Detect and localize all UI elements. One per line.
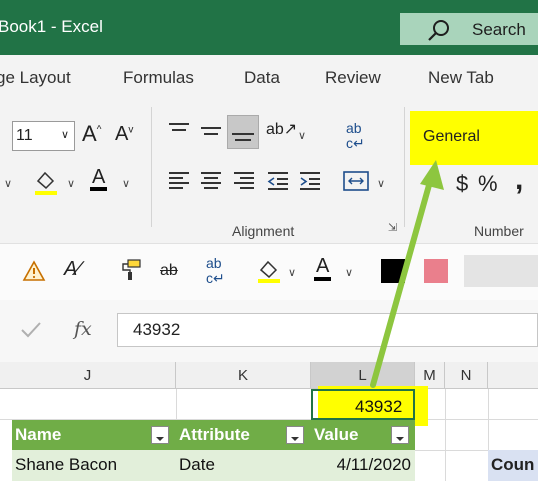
font-color-icon[interactable]: A <box>314 256 332 281</box>
font-color-icon[interactable]: A <box>90 167 108 191</box>
middle-align-icon[interactable] <box>199 121 223 141</box>
align-center-icon[interactable] <box>199 171 223 191</box>
filter-dropdown-icon[interactable] <box>286 426 304 444</box>
orientation-icon[interactable]: ab↗ <box>266 119 297 139</box>
number-group-label: Number <box>474 223 524 239</box>
chevron-down-icon[interactable]: ∨ <box>122 177 130 190</box>
tab-new-tab[interactable]: New Tab <box>428 68 494 88</box>
chevron-down-icon: ∨ <box>61 129 70 141</box>
table-cell-attribute[interactable]: Date <box>176 450 311 481</box>
column-header-l[interactable]: L <box>311 362 415 389</box>
wrap-text-icon[interactable]: ab c↵ <box>206 256 225 286</box>
warning-icon[interactable] <box>22 260 46 282</box>
column-header-j[interactable]: J <box>0 362 176 389</box>
strikethrough-icon[interactable]: ab <box>160 262 178 280</box>
number-format-combobox[interactable]: General <box>410 111 538 165</box>
merge-center-icon[interactable] <box>343 171 369 191</box>
tab-formulas[interactable]: Formulas <box>123 68 194 88</box>
formula-input[interactable]: 43932 <box>117 313 538 347</box>
fill-color-icon[interactable] <box>256 258 282 284</box>
chevron-down-icon[interactable]: ∨ <box>345 266 353 279</box>
chevron-down-icon[interactable]: ∨ <box>4 177 12 190</box>
formula-value: 43932 <box>133 320 181 339</box>
tab-page-layout[interactable]: ge Layout <box>0 68 71 88</box>
column-header-m[interactable]: M <box>415 362 445 389</box>
search-box[interactable]: Search <box>400 13 538 45</box>
table-cell-name[interactable]: Shane Bacon <box>12 450 176 481</box>
ribbon-tabs: ge Layout Formulas Data Review New Tab <box>0 55 538 101</box>
wrap-text-icon[interactable]: ab c↵ <box>346 121 365 151</box>
comma-style-icon[interactable]: , <box>515 163 523 197</box>
pink-fill-swatch[interactable] <box>424 259 448 283</box>
insert-function-icon[interactable]: fx <box>74 318 92 340</box>
font-size-combobox[interactable]: 11 ∨ <box>12 121 75 151</box>
column-header-k[interactable]: K <box>176 362 311 389</box>
filter-dropdown-icon[interactable] <box>391 426 409 444</box>
clear-format-icon[interactable]: A∕ <box>64 258 81 281</box>
search-label: Search <box>472 20 526 39</box>
increase-indent-icon[interactable] <box>298 171 322 191</box>
table-header-attribute[interactable]: Attribute <box>176 420 311 450</box>
ribbon: 11 ∨ A^ Av ∨ ∨ A ∨ ab↗ ∨ ab c↵ ∨ Alignmen… <box>0 101 538 243</box>
black-fill-swatch[interactable] <box>381 259 405 283</box>
table-cell-value[interactable]: 4/11/2020 <box>311 450 415 481</box>
increase-font-icon[interactable]: A^ <box>82 121 101 147</box>
bottom-align-icon <box>232 133 254 141</box>
fill-color-icon[interactable] <box>33 169 59 197</box>
top-align-icon[interactable] <box>167 121 191 141</box>
table-header-value-label: Value <box>314 425 359 444</box>
table-header-name-label: Name <box>15 425 62 444</box>
tab-data[interactable]: Data <box>244 68 280 88</box>
table-header-attribute-label: Attribute <box>179 425 250 444</box>
tab-review[interactable]: Review <box>325 68 381 88</box>
percent-style-icon[interactable]: % <box>478 171 498 197</box>
formula-bar: fx 43932 <box>0 300 538 362</box>
chevron-down-icon[interactable]: ∨ <box>288 266 296 279</box>
worksheet-grid: J K L M N 43932 Name Attribute Value Sha… <box>0 362 538 481</box>
format-painter-icon[interactable] <box>118 258 142 282</box>
enter-checkmark-icon[interactable] <box>20 320 42 340</box>
title-bar: Book1 - Excel Search <box>0 0 538 55</box>
bottom-align-button[interactable] <box>227 115 259 149</box>
align-right-icon[interactable] <box>232 171 256 191</box>
column-header-n[interactable]: N <box>445 362 488 389</box>
table-header-value[interactable]: Value <box>311 420 415 450</box>
filter-dropdown-icon[interactable] <box>151 426 169 444</box>
decrease-indent-icon[interactable] <box>266 171 290 191</box>
alignment-group-label: Alignment <box>232 223 295 239</box>
chevron-down-icon[interactable]: ∨ <box>67 177 75 190</box>
style-gallery-box[interactable] <box>464 255 538 287</box>
search-icon <box>428 20 449 41</box>
table-header-name[interactable]: Name <box>12 420 176 450</box>
window-title: Book1 - Excel <box>0 17 103 36</box>
currency-format-icon[interactable]: $ <box>456 171 468 197</box>
dialog-launcher-icon[interactable]: ⇲ <box>388 221 397 234</box>
chevron-down-icon[interactable]: ∨ <box>298 129 306 142</box>
decrease-font-icon[interactable]: Av <box>115 123 133 146</box>
column-header-o[interactable] <box>488 362 538 389</box>
chevron-down-icon[interactable]: ∨ <box>377 177 385 190</box>
cell-l1-value: 43932 <box>355 397 403 416</box>
next-table-header[interactable]: Coun <box>488 450 538 481</box>
quick-access-toolbar: A∕ ab ab c↵ ∨ A ∨ <box>0 243 538 300</box>
align-left-icon[interactable] <box>167 171 191 191</box>
font-size-value: 11 <box>16 127 33 144</box>
number-format-value: General <box>423 128 480 145</box>
